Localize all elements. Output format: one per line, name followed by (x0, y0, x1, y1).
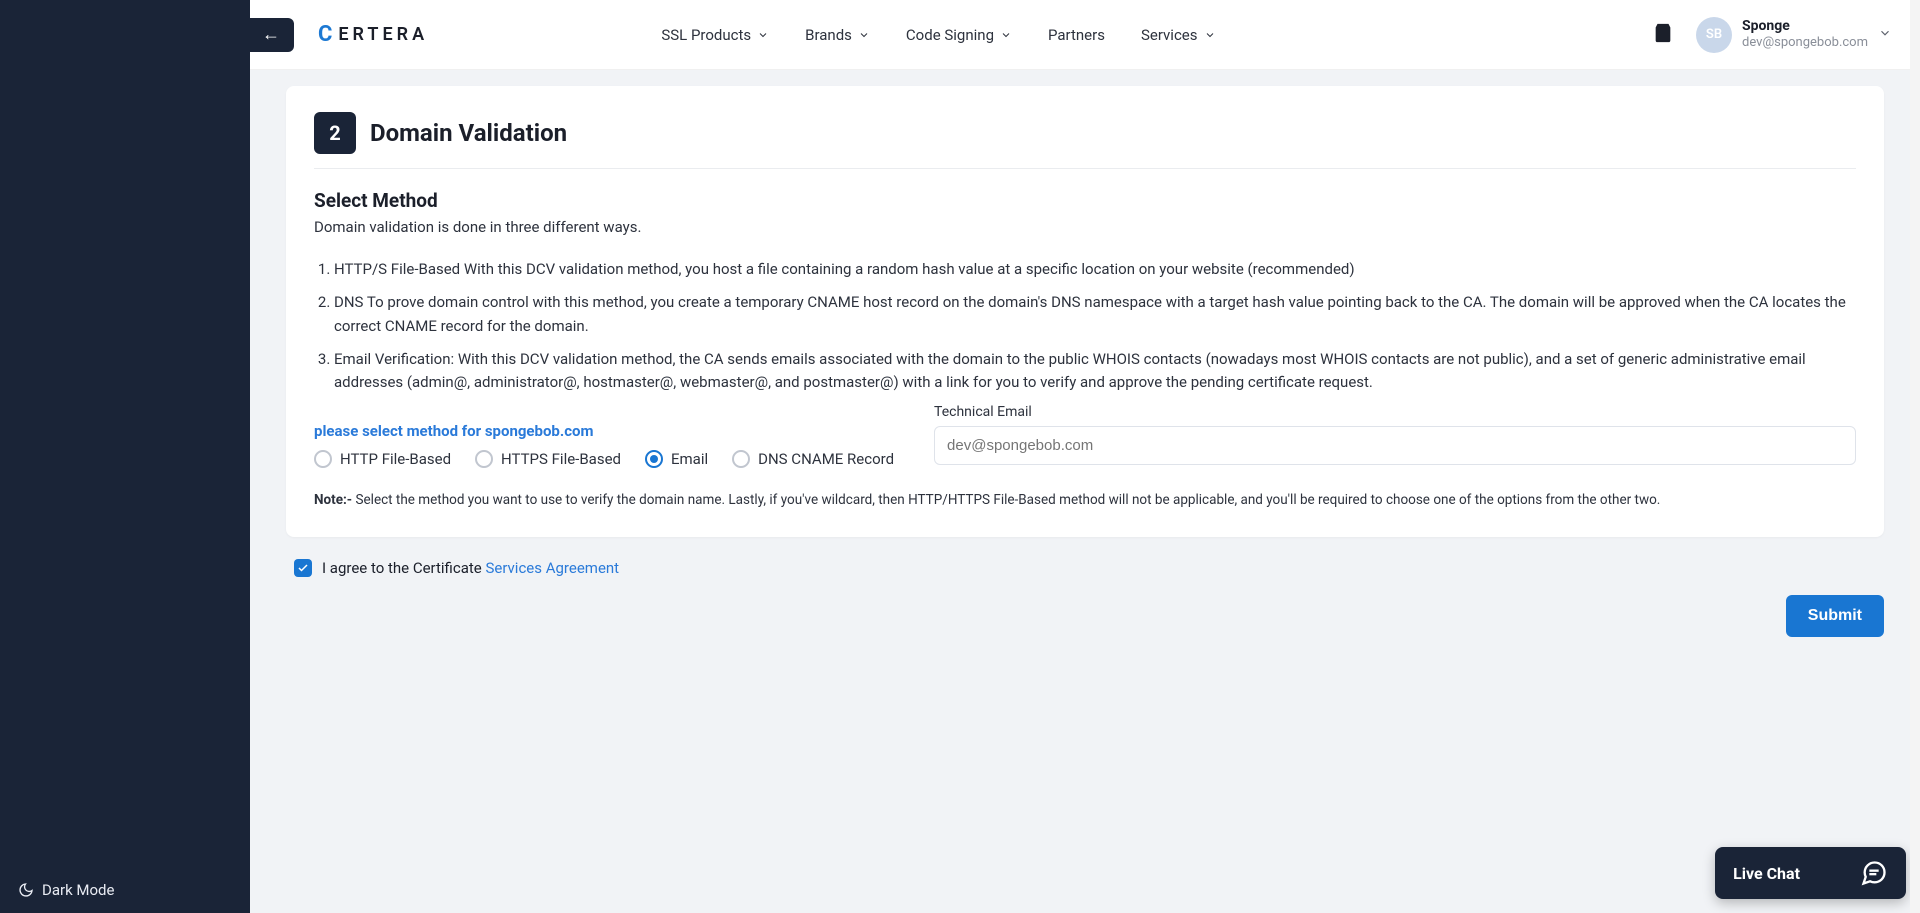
radio-label: HTTP File-Based (340, 450, 451, 468)
radio-label: HTTPS File-Based (501, 450, 621, 468)
list-item: Email Verification: With this DCV valida… (334, 348, 1856, 395)
radio-icon (645, 450, 663, 468)
select-method-label: please select method for spongebob.com (314, 422, 894, 440)
back-button[interactable]: ← (250, 18, 294, 52)
scrollbar-track[interactable] (1910, 0, 1920, 913)
note-text: Note:- Select the method you want to use… (314, 490, 1856, 511)
main-area: ← C ERTERA SSL Products Brands Code Signi… (250, 0, 1920, 913)
submit-row: Submit (286, 595, 1884, 637)
cart-button[interactable] (1652, 22, 1674, 48)
logo-text: ERTERA (338, 24, 428, 45)
dark-mode-toggle[interactable]: Dark Mode (0, 867, 250, 913)
user-text: Sponge dev@spongebob.com (1742, 18, 1868, 50)
content-scroll[interactable]: 2 Domain Validation Select Method Domain… (250, 70, 1920, 913)
technical-email-group: Technical Email (934, 404, 1856, 465)
radio-label: Email (671, 450, 708, 468)
sidebar: Dark Mode (0, 0, 250, 913)
agree-text: I agree to the Certificate Services Agre… (322, 559, 619, 577)
method-list: HTTP/S File-Based With this DCV validati… (314, 258, 1856, 394)
nav-partners[interactable]: Partners (1048, 26, 1105, 44)
agree-checkbox[interactable] (294, 559, 312, 577)
services-agreement-link[interactable]: Services Agreement (485, 559, 619, 577)
method-selection-row: please select method for spongebob.com H… (314, 404, 1856, 468)
nav-code-signing[interactable]: Code Signing (906, 26, 1012, 44)
chevron-down-icon (1204, 29, 1216, 41)
radio-icon (475, 450, 493, 468)
live-chat-label: Live Chat (1733, 864, 1800, 883)
technical-email-label: Technical Email (934, 404, 1856, 420)
step-header: 2 Domain Validation (314, 112, 1856, 154)
topbar-right: SB Sponge dev@spongebob.com (1652, 17, 1892, 53)
user-name: Sponge (1742, 18, 1868, 35)
nav-label: Brands (805, 26, 852, 44)
dark-mode-label: Dark Mode (42, 881, 114, 899)
radio-icon (732, 450, 750, 468)
domain-validation-card: 2 Domain Validation Select Method Domain… (286, 86, 1884, 537)
nav-label: SSL Products (661, 26, 751, 44)
technical-email-input[interactable] (934, 426, 1856, 465)
list-item: HTTP/S File-Based With this DCV validati… (334, 258, 1856, 281)
user-menu[interactable]: SB Sponge dev@spongebob.com (1696, 17, 1892, 53)
moon-icon (18, 882, 34, 898)
live-chat-button[interactable]: Live Chat (1715, 847, 1906, 899)
step-title: Domain Validation (370, 119, 567, 147)
user-caret (1878, 25, 1892, 44)
nav-brands[interactable]: Brands (805, 26, 870, 44)
method-radios: HTTP File-Based HTTPS File-Based Email (314, 450, 894, 468)
chevron-down-icon (1000, 29, 1012, 41)
divider (314, 168, 1856, 169)
nav-services[interactable]: Services (1141, 26, 1216, 44)
nav-label: Code Signing (906, 26, 994, 44)
section-title: Select Method (314, 189, 1856, 212)
submit-button[interactable]: Submit (1786, 595, 1884, 637)
radio-label: DNS CNAME Record (758, 450, 894, 468)
method-selection-left: please select method for spongebob.com H… (314, 404, 894, 468)
list-item: DNS To prove domain control with this me… (334, 291, 1856, 338)
nav-label: Partners (1048, 26, 1105, 44)
chevron-down-icon (1878, 26, 1892, 40)
user-email: dev@spongebob.com (1742, 35, 1868, 51)
radio-icon (314, 450, 332, 468)
nav-label: Services (1141, 26, 1198, 44)
logo[interactable]: C ERTERA (318, 22, 428, 47)
avatar: SB (1696, 17, 1732, 53)
arrow-left-icon: ← (262, 24, 280, 45)
radio-http-file[interactable]: HTTP File-Based (314, 450, 451, 468)
agree-row: I agree to the Certificate Services Agre… (294, 559, 1876, 577)
topbar: C ERTERA SSL Products Brands Code Signing… (250, 0, 1920, 70)
note-body: Select the method you want to use to ver… (355, 492, 1660, 508)
shopping-bag-icon (1652, 22, 1674, 44)
section-subtitle: Domain validation is done in three diffe… (314, 218, 1856, 236)
chevron-down-icon (757, 29, 769, 41)
top-nav: SSL Products Brands Code Signing Partner… (661, 26, 1215, 44)
logo-mark: C (318, 22, 332, 47)
check-icon (297, 562, 309, 574)
radio-email[interactable]: Email (645, 450, 708, 468)
radio-https-file[interactable]: HTTPS File-Based (475, 450, 621, 468)
note-prefix: Note:- (314, 492, 355, 508)
step-number-badge: 2 (314, 112, 356, 154)
nav-ssl-products[interactable]: SSL Products (661, 26, 769, 44)
chevron-down-icon (858, 29, 870, 41)
radio-dns-cname[interactable]: DNS CNAME Record (732, 450, 894, 468)
chat-icon (1860, 859, 1888, 887)
